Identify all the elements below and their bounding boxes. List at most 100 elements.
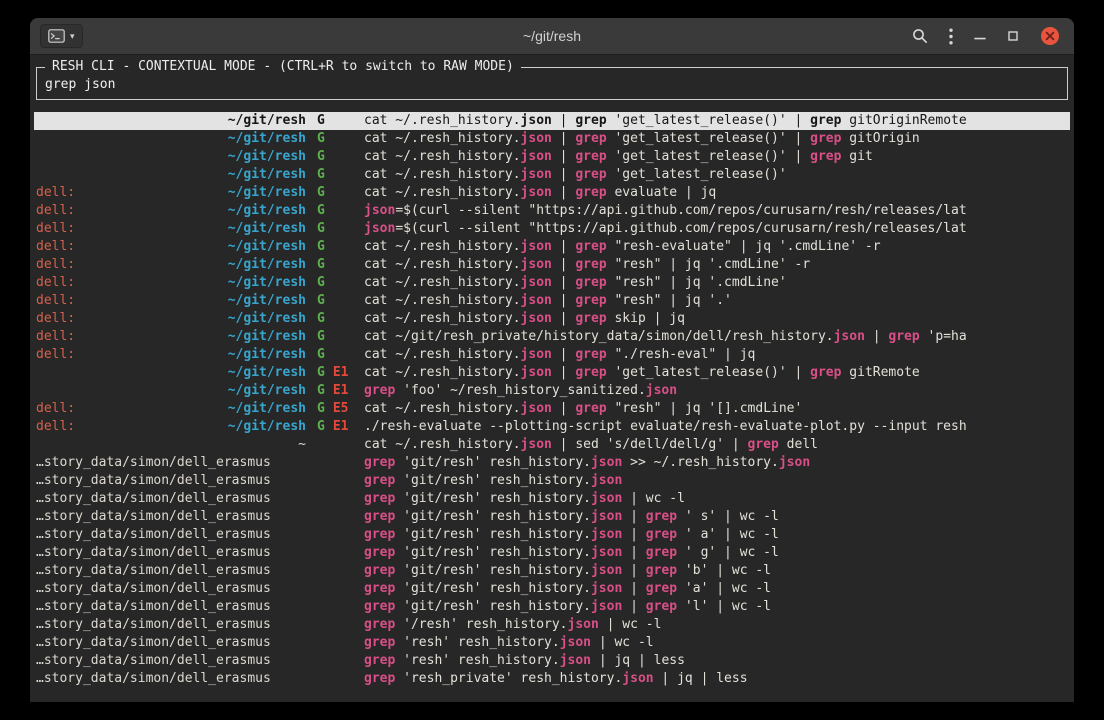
history-row[interactable]: …story_data/simon/dell_erasmusgrep 'git/… <box>34 544 1070 562</box>
row-command: json=$(curl --silent "https://api.github… <box>364 202 1068 220</box>
minimize-icon[interactable] <box>974 30 986 42</box>
search-query-input[interactable]: grep json <box>45 76 1059 94</box>
row-flags: G <box>306 256 364 274</box>
history-row[interactable]: …story_data/simon/dell_erasmusgrep 'git/… <box>34 580 1070 598</box>
command-text: | <box>552 275 575 290</box>
command-text: =$(curl --silent "https://api.github.com… <box>395 221 966 236</box>
row-directory: …story_data/simon/dell_erasmus <box>36 580 271 598</box>
history-row[interactable]: …story_data/simon/dell_erasmusgrep 'git/… <box>34 472 1070 490</box>
git-flag: G <box>317 112 325 130</box>
history-row[interactable]: …story_data/simon/dell_erasmusgrep 'resh… <box>34 652 1070 670</box>
row-location: …story_data/simon/dell_erasmus <box>36 544 306 562</box>
row-command: cat ~/.resh_history.json | grep 'get_lat… <box>364 148 1068 166</box>
command-match: grep <box>646 527 677 542</box>
git-flag: G <box>317 346 325 364</box>
row-command: cat ~/.resh_history.json | grep "resh-ev… <box>364 238 1068 256</box>
menu-icon[interactable] <box>949 28 953 45</box>
row-host: dell: <box>36 400 75 418</box>
error-flag: E5 <box>333 400 349 418</box>
close-icon[interactable] <box>1040 26 1060 46</box>
history-row[interactable]: …story_data/simon/dell_erasmusgrep 'git/… <box>34 490 1070 508</box>
command-match: grep <box>364 563 395 578</box>
command-match: grep <box>364 527 395 542</box>
row-location: dell:~/git/resh <box>36 418 306 436</box>
row-command: cat ~/.resh_history.json | grep 'get_lat… <box>364 364 1068 382</box>
history-row[interactable]: dell:~/git/reshGjson=$(curl --silent "ht… <box>34 202 1070 220</box>
history-row[interactable]: …story_data/simon/dell_erasmusgrep 'git/… <box>34 598 1070 616</box>
history-row[interactable]: dell:~/git/reshGcat ~/.resh_history.json… <box>34 238 1070 256</box>
row-flags <box>306 508 364 526</box>
row-directory: ~/git/resh <box>228 400 306 418</box>
history-row[interactable]: dell:~/git/reshGcat ~/.resh_history.json… <box>34 310 1070 328</box>
command-match: grep <box>364 617 395 632</box>
row-command: cat ~/.resh_history.json | grep "resh" |… <box>364 400 1068 418</box>
history-row[interactable]: ~cat ~/.resh_history.json | sed 's/dell/… <box>34 436 1070 454</box>
history-row[interactable]: dell:~/git/reshGcat ~/.resh_history.json… <box>34 274 1070 292</box>
row-location: ~/git/resh <box>36 130 306 148</box>
history-row[interactable]: dell:~/git/reshGcat ~/.resh_history.json… <box>34 184 1070 202</box>
history-row[interactable]: dell:~/git/reshGjson=$(curl --silent "ht… <box>34 220 1070 238</box>
command-text: 'git/resh' resh_history. <box>395 455 591 470</box>
history-row[interactable]: …story_data/simon/dell_erasmusgrep 'resh… <box>34 670 1070 688</box>
command-match: json <box>521 113 552 128</box>
command-text: 'get_latest_release()' | <box>607 149 811 164</box>
history-row[interactable]: ~/git/reshGcat ~/.resh_history.json | gr… <box>34 148 1070 166</box>
history-row[interactable]: …story_data/simon/dell_erasmusgrep 'git/… <box>34 508 1070 526</box>
row-directory: …story_data/simon/dell_erasmus <box>36 508 271 526</box>
app-menu-button[interactable]: ▾ <box>40 24 83 48</box>
history-row[interactable]: dell:~/git/reshGE1./resh-evaluate --plot… <box>34 418 1070 436</box>
search-icon[interactable] <box>912 28 928 44</box>
row-flags: G <box>306 274 364 292</box>
row-directory: ~/git/resh <box>228 220 306 238</box>
terminal-content: RESH CLI - CONTEXTUAL MODE - (CTRL+R to … <box>30 55 1074 702</box>
command-text: ' s' | wc -l <box>677 509 779 524</box>
command-match: json <box>364 221 395 236</box>
history-row[interactable]: ~/git/reshGcat ~/.resh_history.json | gr… <box>34 166 1070 184</box>
history-row[interactable]: …story_data/simon/dell_erasmusgrep 'git/… <box>34 526 1070 544</box>
row-directory: ~/git/resh <box>228 256 306 274</box>
history-row[interactable]: dell:~/git/reshGcat ~/.resh_history.json… <box>34 292 1070 310</box>
error-flag: E1 <box>333 364 349 382</box>
command-text: gitRemote <box>841 365 919 380</box>
command-text: 'git/resh' resh_history. <box>395 599 591 614</box>
git-flag: G <box>317 184 325 202</box>
command-text: cat ~/.resh_history. <box>364 293 521 308</box>
history-row[interactable]: …story_data/simon/dell_erasmusgrep 'git/… <box>34 454 1070 472</box>
command-text: cat ~/.resh_history. <box>364 275 521 290</box>
row-location: ~/git/resh <box>36 166 306 184</box>
command-match: grep <box>748 437 779 452</box>
command-text: | <box>552 185 575 200</box>
history-row[interactable]: dell:~/git/reshGE5cat ~/.resh_history.js… <box>34 400 1070 418</box>
history-row[interactable]: …story_data/simon/dell_erasmusgrep 'resh… <box>34 634 1070 652</box>
row-command: cat ~/.resh_history.json | sed 's/dell/d… <box>364 436 1068 454</box>
command-match: grep <box>364 671 395 686</box>
command-match: grep <box>364 473 395 488</box>
history-row[interactable]: ~/git/reshGE1grep 'foo' ~/resh_history_s… <box>34 382 1070 400</box>
row-directory: …story_data/simon/dell_erasmus <box>36 454 271 472</box>
command-match: json <box>521 239 552 254</box>
history-row[interactable]: ~/git/reshGE1cat ~/.resh_history.json | … <box>34 364 1070 382</box>
history-row[interactable]: dell:~/git/reshGcat ~/.resh_history.json… <box>34 346 1070 364</box>
history-row[interactable]: …story_data/simon/dell_erasmusgrep 'git/… <box>34 562 1070 580</box>
history-row[interactable]: …story_data/simon/dell_erasmusgrep '/res… <box>34 616 1070 634</box>
command-match: json <box>591 455 622 470</box>
history-row[interactable]: dell:~/git/reshGcat ~/.resh_history.json… <box>34 256 1070 274</box>
command-text: cat ~/.resh_history. <box>364 113 521 128</box>
history-row[interactable]: ~/git/reshGcat ~/.resh_history.json | gr… <box>34 130 1070 148</box>
history-row[interactable]: ~/git/reshGcat ~/.resh_history.json | gr… <box>34 112 1070 130</box>
command-text: 'resh' resh_history. <box>395 635 559 650</box>
restore-icon[interactable] <box>1007 30 1019 42</box>
command-match: grep <box>810 131 841 146</box>
command-match: json <box>591 563 622 578</box>
row-flags <box>306 526 364 544</box>
history-row[interactable]: dell:~/git/reshGcat ~/git/resh_private/h… <box>34 328 1070 346</box>
git-flag: G <box>317 202 325 220</box>
row-flags <box>306 670 364 688</box>
row-host: dell: <box>36 202 75 220</box>
command-match: json <box>591 545 622 560</box>
command-match: json <box>521 293 552 308</box>
git-flag: G <box>317 292 325 310</box>
row-directory: …story_data/simon/dell_erasmus <box>36 526 271 544</box>
command-match: grep <box>575 401 606 416</box>
command-match: grep <box>575 275 606 290</box>
